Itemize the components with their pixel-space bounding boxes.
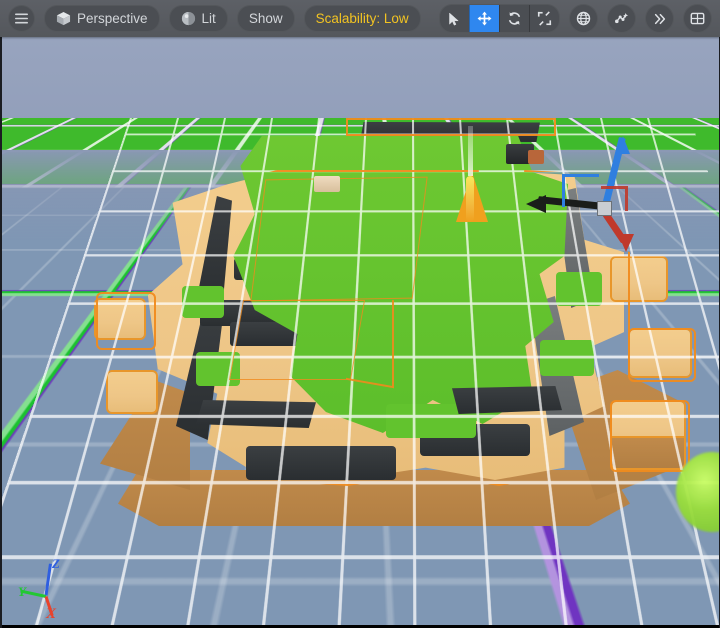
cursor-arrow-icon <box>448 12 461 26</box>
scale-mode-button[interactable] <box>529 5 559 32</box>
gizmo-center-handle[interactable] <box>597 201 612 216</box>
island-geometry <box>0 0 720 628</box>
scalability-label: Scalability: Low <box>315 11 409 26</box>
axis-label-z: Z <box>52 556 60 571</box>
scalability-button[interactable]: Scalability: Low <box>303 5 421 32</box>
selection-outline-stone-right <box>346 291 394 389</box>
surface-snapping-icon <box>614 11 629 26</box>
selection-outline-left-edge <box>96 292 156 350</box>
level-viewport[interactable]: Z Y X <box>0 0 720 628</box>
viewport-axis-widget: Z Y X <box>18 554 86 622</box>
hamburger-menu-icon <box>15 13 28 24</box>
select-mode-button[interactable] <box>440 5 469 32</box>
double-chevron-right-icon <box>653 12 667 26</box>
gizmo-arrow-y[interactable] <box>526 195 546 213</box>
axis-line-z <box>44 563 52 596</box>
gizmo-arrow-z[interactable] <box>616 136 630 154</box>
rotate-mode-button[interactable] <box>499 5 529 32</box>
selection-outline-grass-a <box>250 176 428 302</box>
scale-diagonal-icon <box>537 11 552 26</box>
cone-actor-pole <box>468 126 473 176</box>
view-mode-label: Perspective <box>77 11 148 26</box>
lighting-mode-label: Lit <box>201 11 216 26</box>
viewport-options-menu-button[interactable] <box>8 5 35 32</box>
selection-outline-grass-b <box>228 300 366 380</box>
translate-gizmo[interactable] <box>526 136 634 252</box>
gizmo-arrow-x[interactable] <box>618 234 634 252</box>
viewport-toolbar: Perspective Lit Show Scalability: Low <box>0 0 720 37</box>
cube-icon <box>56 11 71 26</box>
axis-label-x: X <box>46 606 57 622</box>
more-options-button[interactable] <box>645 4 674 33</box>
show-flags-button[interactable]: Show <box>236 5 295 32</box>
globe-icon <box>576 11 591 26</box>
selection-outline-nub-right <box>610 400 690 472</box>
view-mode-perspective-button[interactable]: Perspective <box>44 5 160 32</box>
cone-actor-highlight <box>466 176 474 222</box>
editor-window: Z Y X Perspective Lit Show Scalability: … <box>0 0 720 628</box>
surface-snap-button[interactable] <box>607 4 636 33</box>
crate-prop-3[interactable] <box>314 176 340 192</box>
transform-mode-group <box>439 4 560 33</box>
selection-outline-nub-right2 <box>628 328 696 382</box>
axis-label-y: Y <box>18 584 26 599</box>
viewport-layout-grid-icon <box>690 11 705 26</box>
viewport-layout-button[interactable] <box>683 4 712 33</box>
crate-prop-2[interactable] <box>528 150 544 164</box>
gizmo-plane-zy[interactable] <box>562 174 599 207</box>
rotate-circular-icon <box>507 11 522 26</box>
coordinate-system-button[interactable] <box>569 4 598 33</box>
lighting-mode-button[interactable]: Lit <box>168 5 228 32</box>
show-flags-label: Show <box>248 11 283 26</box>
translate-mode-button[interactable] <box>469 5 499 32</box>
sand-nub-left-2 <box>108 372 156 412</box>
selection-outline-top-strip <box>346 118 556 136</box>
sphere-lighting-icon <box>181 11 196 26</box>
move-arrows-icon <box>477 11 492 26</box>
